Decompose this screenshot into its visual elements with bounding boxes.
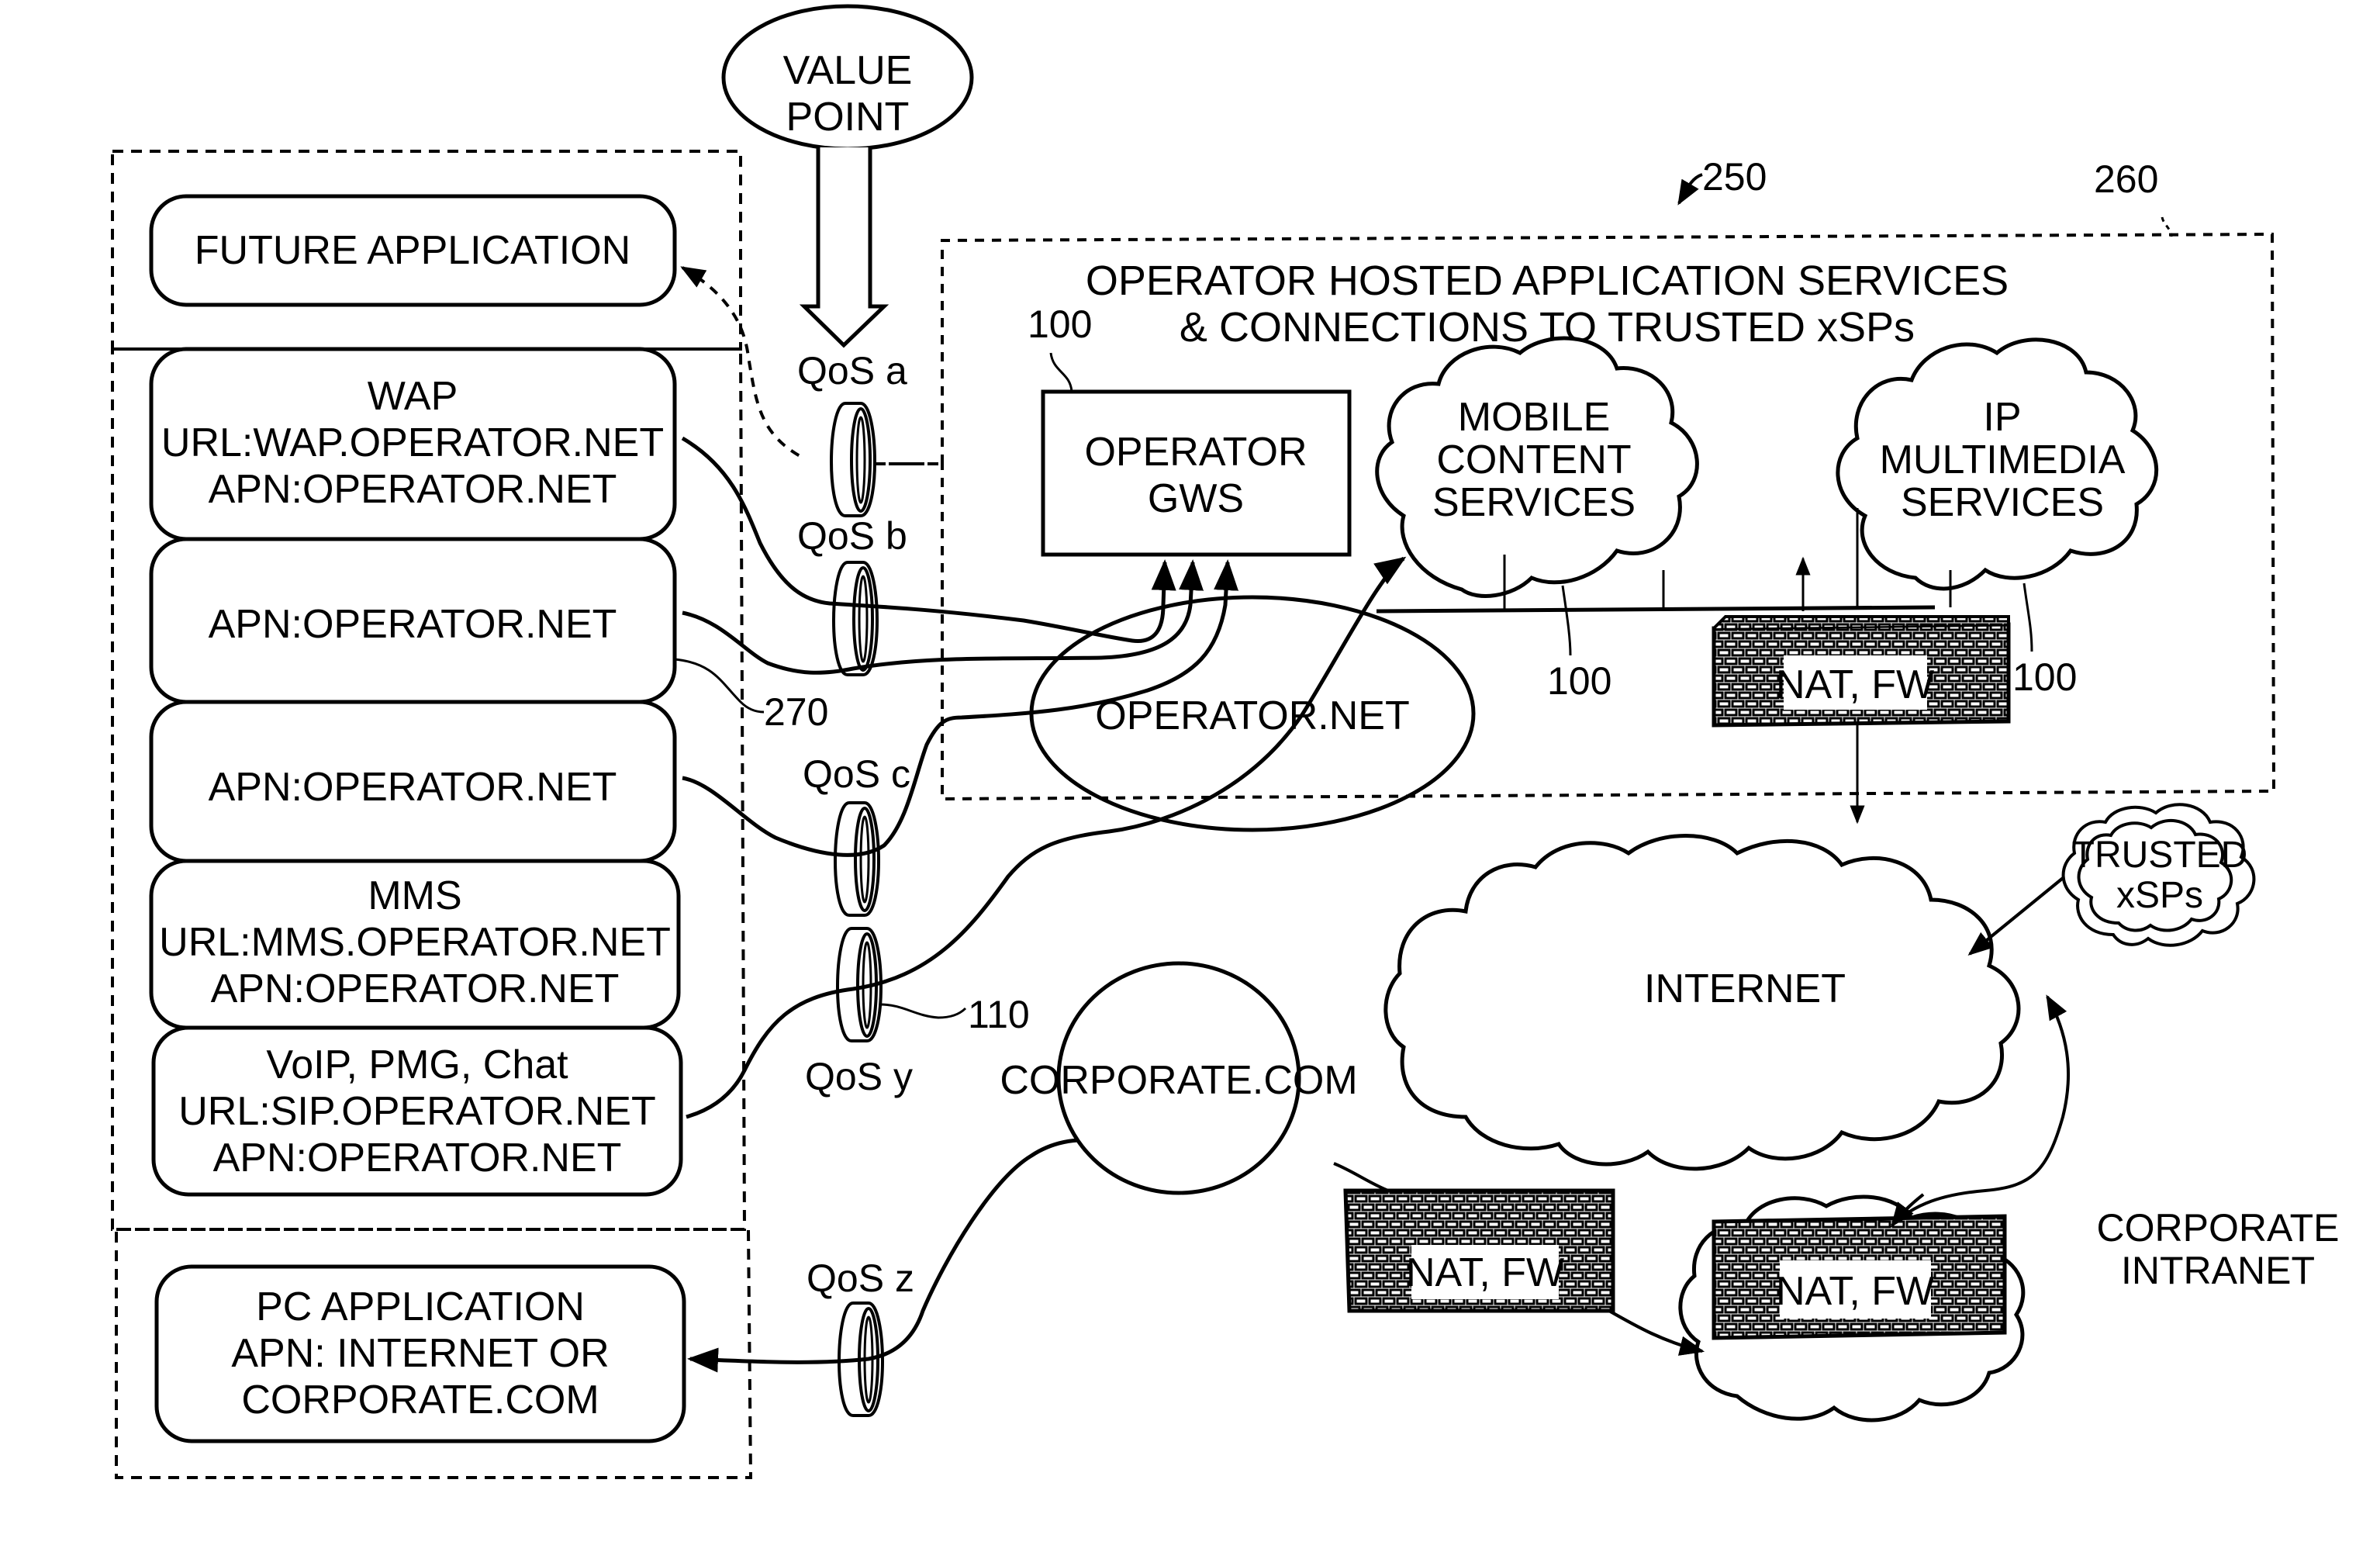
trusted-line-2: xSPs	[2116, 875, 2203, 916]
ref-100-ip: 100	[2012, 655, 2077, 699]
firewall-intranet-label: NAT, FW	[1776, 1269, 1934, 1314]
qos-label-z: QoS z	[807, 1257, 914, 1300]
app-box-apn-1[interactable]: APN:OPERATOR.NET	[149, 537, 677, 704]
ip-multimedia-line-1: IP	[1983, 395, 2021, 440]
value-arrow-icon	[799, 147, 889, 348]
trusted-line-1: TRUSTED	[2072, 835, 2248, 876]
app-box-future[interactable]: FUTURE APPLICATION	[149, 194, 677, 307]
app-box-pc[interactable]: PC APPLICATION APN: INTERNET OR CORPORAT…	[154, 1264, 686, 1443]
app-box-apn-1-label: APN:OPERATOR.NET	[209, 602, 617, 647]
leader-270	[674, 658, 765, 714]
value-point: VALUE POINT	[721, 4, 974, 348]
app-box-wap-line-3: APN:OPERATOR.NET	[209, 467, 617, 512]
app-box-pc-line-2: APN: INTERNET OR	[231, 1331, 609, 1376]
link-corporate-to-firewall	[1333, 1162, 1389, 1192]
firewall-intranet[interactable]: NAT, FW	[1712, 1214, 2007, 1340]
operator-net-node[interactable]: OPERATOR.NET	[1029, 595, 1476, 832]
firewall-hosted[interactable]: NAT, FW	[1712, 615, 2011, 728]
app-box-voip-line-1: VoIP, PMG, Chat	[266, 1042, 568, 1087]
app-box-voip[interactable]: VoIP, PMG, Chat URL:SIP.OPERATOR.NET APN…	[151, 1025, 683, 1197]
app-box-voip-line-2: URL:SIP.OPERATOR.NET	[178, 1089, 656, 1134]
firewall-hosted-label: NAT, FW	[1776, 662, 1934, 707]
leader-100-gateway	[1049, 352, 1073, 392]
ip-multimedia-line-3: SERVICES	[1901, 480, 2104, 525]
gateway-line-1: OPERATOR	[1084, 430, 1307, 475]
leader-110	[879, 1003, 967, 1019]
hosted-title-line-1: OPERATOR HOSTED APPLICATION SERVICES	[1086, 258, 2009, 304]
leader-100-ip	[2022, 582, 2033, 652]
ref-260: 260	[2094, 157, 2158, 201]
internet-cloud[interactable]: INTERNET	[1383, 834, 2021, 1171]
corporate-com-node[interactable]: CORPORATE.COM	[1000, 961, 1358, 1195]
app-box-future-label: FUTURE APPLICATION	[195, 228, 630, 273]
app-box-mms-line-1: MMS	[368, 873, 461, 918]
corporate-com-label: CORPORATE.COM	[1000, 1058, 1357, 1103]
ref-270: 270	[764, 690, 828, 734]
ref-250-arrow-icon	[1677, 173, 1703, 206]
leader-100-mobile	[1561, 585, 1572, 656]
ip-multimedia-line-2: MULTIMEDIA	[1880, 437, 2126, 482]
app-box-wap-line-2: URL:WAP.OPERATOR.NET	[161, 420, 664, 465]
firewall-corporate[interactable]: NAT, FW	[1343, 1188, 1615, 1313]
mobile-content-line-1: MOBILE	[1458, 395, 1611, 440]
app-box-mms-line-2: URL:MMS.OPERATOR.NET	[159, 920, 671, 965]
value-point-line-1: VALUE	[783, 48, 913, 93]
ref-100-mobile: 100	[1547, 659, 1611, 703]
gateway-line-2: GWS	[1148, 476, 1244, 521]
app-box-wap[interactable]: WAP URL:WAP.OPERATOR.NET APN:OPERATOR.NE…	[149, 347, 677, 541]
operator-gateways[interactable]: OPERATOR GWS	[1041, 389, 1352, 557]
value-point-line-2: POINT	[786, 95, 910, 140]
mobile-content-line-3: SERVICES	[1432, 480, 1636, 525]
ref-100-gateway: 100	[1028, 302, 1092, 346]
app-box-apn-2-label: APN:OPERATOR.NET	[209, 765, 617, 810]
qos-pipe-z[interactable]: QoS z	[807, 1257, 914, 1417]
app-box-voip-line-3: APN:OPERATOR.NET	[213, 1136, 622, 1181]
firewall-corporate-label: NAT, FW	[1406, 1250, 1564, 1295]
link-future-dashed	[680, 266, 803, 459]
qos-label-a: QoS a	[797, 349, 907, 392]
ref-110: 110	[968, 993, 1030, 1036]
link-apn1-to-gateway	[682, 559, 1204, 675]
qos-pipe-y[interactable]: QoS y	[805, 927, 913, 1098]
qos-pipe-b[interactable]: QoS b	[797, 514, 907, 676]
mobile-content-line-2: CONTENT	[1436, 437, 1631, 482]
corporate-intranet-line-2: INTRANET	[2121, 1249, 2315, 1292]
app-box-apn-2[interactable]: APN:OPERATOR.NET	[149, 700, 677, 863]
app-box-pc-line-3: CORPORATE.COM	[241, 1378, 599, 1423]
internet-label: INTERNET	[1644, 966, 1846, 1011]
corporate-intranet-line-1: CORPORATE	[2097, 1206, 2340, 1250]
network-diagram: VALUE POINT 250 260 FUTURE APPLICATION W…	[111, 4, 2340, 1479]
ip-multimedia-services-cloud[interactable]: IP MULTIMEDIA SERVICES	[1836, 337, 2159, 591]
app-box-pc-line-1: PC APPLICATION	[256, 1284, 585, 1329]
app-box-mms-line-3: APN:OPERATOR.NET	[211, 966, 620, 1011]
qos-label-c: QoS c	[803, 752, 910, 796]
qos-label-b: QoS b	[797, 514, 907, 558]
qos-pipe-a[interactable]: QoS a	[797, 349, 907, 517]
trusted-xsps-cloud[interactable]: TRUSTED xSPs	[2061, 803, 2256, 947]
operator-net-label: OPERATOR.NET	[1095, 693, 1409, 738]
qos-label-y: QoS y	[805, 1055, 913, 1098]
app-box-wap-line-1: WAP	[368, 374, 458, 419]
link-voip-to-mobile-content	[686, 556, 1407, 1119]
ref-250: 250	[1702, 155, 1767, 199]
app-box-mms[interactable]: MMS URL:MMS.OPERATOR.NET APN:OPERATOR.NE…	[149, 859, 681, 1030]
